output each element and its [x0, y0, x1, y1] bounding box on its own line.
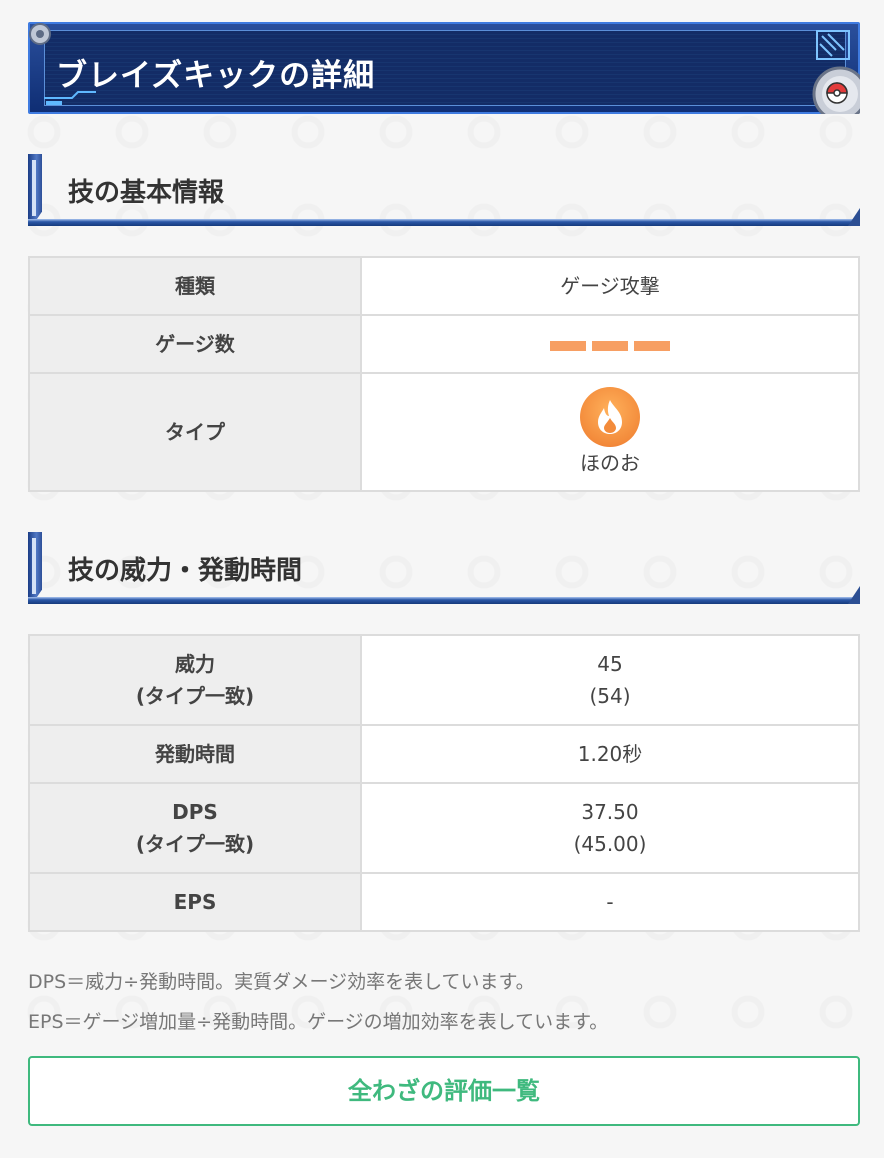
- dps-label: DPS (タイプ一致): [28, 782, 362, 874]
- table-row-time: 発動時間 1.20秒: [28, 724, 860, 784]
- power-label-line2: (タイプ一致): [135, 684, 255, 708]
- type-label: タイプ: [28, 372, 362, 492]
- notes: DPS＝威力÷発動時間。実質ダメージ効率を表しています。 EPS＝ゲージ増加量÷…: [28, 962, 860, 1042]
- dps-label-line1: DPS: [172, 800, 218, 824]
- gauge-bar: [592, 340, 628, 351]
- heading-accent-shine: [32, 160, 36, 216]
- eps-value: -: [360, 872, 860, 932]
- pokeball-icon: [826, 82, 848, 104]
- dps-value: 37.50 (45.00): [360, 782, 860, 874]
- power-value-line2: (54): [589, 684, 631, 708]
- all-moves-ranking-button[interactable]: 全わざの評価一覧: [28, 1056, 860, 1126]
- heading-accent-shine: [32, 538, 36, 594]
- dps-value-line1: 37.50: [581, 800, 639, 824]
- type-value-cell: ほのお: [360, 372, 860, 492]
- note-dps: DPS＝威力÷発動時間。実質ダメージ効率を表しています。: [28, 971, 535, 993]
- table-row-kind: 種類 ゲージ攻撃: [28, 256, 860, 316]
- fire-icon: [580, 387, 640, 447]
- table-row-dps: DPS (タイプ一致) 37.50 (45.00): [28, 782, 860, 874]
- table-row-gauge: ゲージ数: [28, 314, 860, 374]
- title-banner: ブレイズキックの詳細: [28, 22, 860, 114]
- power-value: 45 (54): [360, 634, 860, 726]
- page-content: ブレイズキックの詳細 技の基本情報 種類 ゲージ攻撃 ゲージ数 タイプ ほのお …: [28, 22, 860, 1126]
- dps-label-line2: (タイプ一致): [135, 832, 255, 856]
- heading-underline: [28, 597, 860, 604]
- gauge-bars: [550, 340, 670, 351]
- time-value: 1.20秒: [360, 724, 860, 784]
- table-row-eps: EPS -: [28, 872, 860, 932]
- section-heading-basic: 技の基本情報: [28, 154, 860, 226]
- section-title-basic: 技の基本情報: [68, 178, 225, 208]
- eps-label: EPS: [28, 872, 362, 932]
- power-value-line1: 45: [597, 652, 623, 676]
- power-label-line1: 威力: [175, 652, 215, 676]
- power-info-table: 威力 (タイプ一致) 45 (54) 発動時間 1.20秒 DPS (タイプ一致…: [28, 634, 860, 932]
- circuit-decoration-icon: [816, 30, 850, 60]
- table-row-type: タイプ ほのお: [28, 372, 860, 492]
- basic-info-table: 種類 ゲージ攻撃 ゲージ数 タイプ ほのお: [28, 256, 860, 492]
- kind-value: ゲージ攻撃: [360, 256, 860, 316]
- page-title: ブレイズキックの詳細: [56, 58, 376, 94]
- gauge-bar: [634, 340, 670, 351]
- note-eps: EPS＝ゲージ増加量÷発動時間。ゲージの増加効率を表しています。: [28, 1011, 609, 1033]
- gauge-value: [360, 314, 860, 374]
- gauge-label: ゲージ数: [28, 314, 362, 374]
- kind-label: 種類: [28, 256, 362, 316]
- section-heading-power: 技の威力・発動時間: [28, 532, 860, 604]
- section-title-power: 技の威力・発動時間: [68, 556, 303, 586]
- heading-underline: [28, 219, 860, 226]
- gauge-bar: [550, 340, 586, 351]
- dps-value-line2: (45.00): [573, 832, 647, 856]
- type-value: ほのお: [580, 451, 640, 475]
- table-row-power: 威力 (タイプ一致) 45 (54): [28, 634, 860, 726]
- time-label: 発動時間: [28, 724, 362, 784]
- power-label: 威力 (タイプ一致): [28, 634, 362, 726]
